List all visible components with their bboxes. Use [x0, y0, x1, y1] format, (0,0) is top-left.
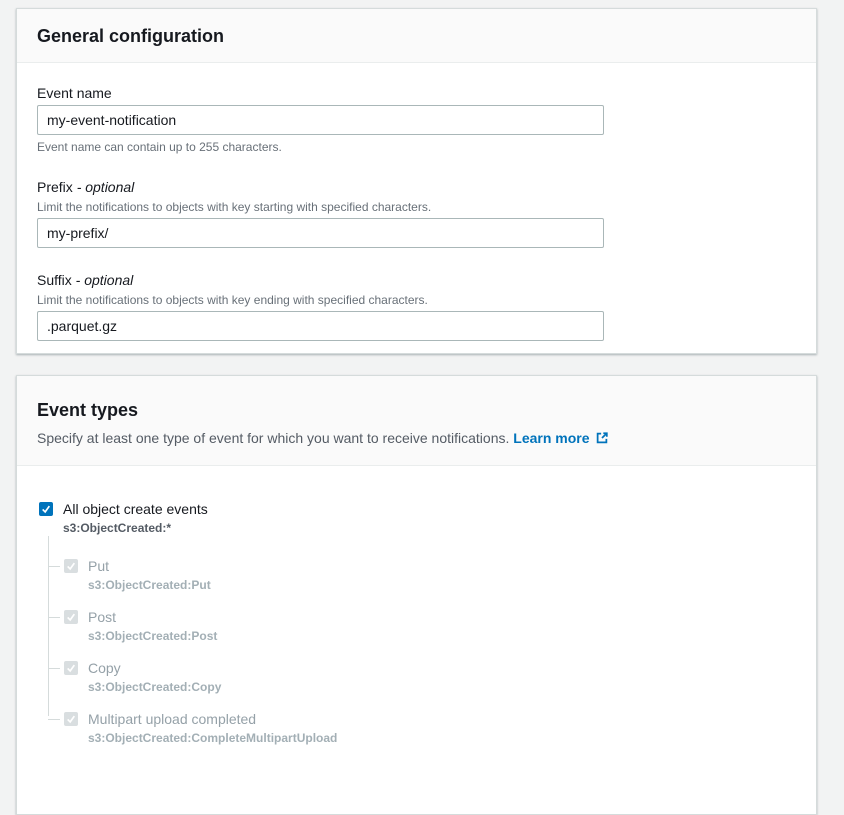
prefix-field: Prefix - optional Limit the notification… — [37, 177, 796, 248]
check-icon — [66, 663, 76, 673]
general-configuration-body: Event name Event name can contain up to … — [17, 63, 816, 361]
put-checkbox — [64, 559, 78, 573]
all-object-create-events-row: All object create events s3:ObjectCreate… — [39, 499, 796, 536]
prefix-label: Prefix - optional — [37, 177, 796, 197]
event-types-children: Put s3:ObjectCreated:Put Post s3:ObjectC… — [64, 536, 796, 746]
learn-more-label: Learn more — [513, 430, 589, 446]
learn-more-link[interactable]: Learn more — [513, 430, 608, 446]
multipart-upload-completed-label: Multipart upload completed — [88, 709, 337, 729]
event-name-input[interactable] — [37, 105, 604, 135]
suffix-field: Suffix - optional Limit the notification… — [37, 270, 796, 341]
post-label: Post — [88, 607, 217, 627]
prefix-input[interactable] — [37, 218, 604, 248]
copy-texts: Copy s3:ObjectCreated:Copy — [88, 658, 221, 695]
general-configuration-title: General configuration — [37, 24, 796, 48]
event-name-field: Event name Event name can contain up to … — [37, 83, 796, 155]
check-icon — [66, 714, 76, 724]
event-name-label: Event name — [37, 83, 796, 103]
all-object-create-events-checkbox[interactable] — [39, 502, 53, 516]
event-types-card: Event types Specify at least one type of… — [16, 375, 817, 815]
multipart-upload-completed-texts: Multipart upload completed s3:ObjectCrea… — [88, 709, 337, 746]
multipart-upload-completed-code: s3:ObjectCreated:CompleteMultipartUpload — [88, 730, 337, 746]
suffix-label: Suffix - optional — [37, 270, 796, 290]
general-configuration-header: General configuration — [17, 9, 816, 63]
event-types-description-text: Specify at least one type of event for w… — [37, 430, 509, 446]
suffix-description: Limit the notifications to objects with … — [37, 292, 796, 308]
put-label: Put — [88, 556, 211, 576]
check-icon — [66, 561, 76, 571]
prefix-optional-text: - optional — [77, 179, 135, 195]
all-object-create-events-label[interactable]: All object create events — [63, 499, 208, 519]
check-icon — [66, 612, 76, 622]
all-object-create-events-code: s3:ObjectCreated:* — [63, 520, 208, 536]
post-row: Post s3:ObjectCreated:Post — [64, 607, 796, 644]
event-types-title: Event types — [37, 398, 796, 422]
general-configuration-card: General configuration Event name Event n… — [16, 8, 817, 354]
copy-checkbox — [64, 661, 78, 675]
event-types-header: Event types Specify at least one type of… — [17, 376, 816, 466]
copy-code: s3:ObjectCreated:Copy — [88, 679, 221, 695]
event-types-description: Specify at least one type of event for w… — [37, 428, 796, 448]
put-row: Put s3:ObjectCreated:Put — [64, 556, 796, 593]
copy-label: Copy — [88, 658, 221, 678]
put-code: s3:ObjectCreated:Put — [88, 577, 211, 593]
prefix-label-text: Prefix — [37, 179, 73, 195]
multipart-upload-completed-row: Multipart upload completed s3:ObjectCrea… — [64, 709, 796, 746]
event-types-tree: All object create events s3:ObjectCreate… — [39, 499, 796, 746]
post-code: s3:ObjectCreated:Post — [88, 628, 217, 644]
all-object-create-events-texts: All object create events s3:ObjectCreate… — [63, 499, 208, 536]
suffix-optional-text: - optional — [76, 272, 134, 288]
event-name-helper: Event name can contain up to 255 charact… — [37, 139, 796, 155]
external-link-icon — [595, 431, 609, 445]
copy-row: Copy s3:ObjectCreated:Copy — [64, 658, 796, 695]
event-types-body: All object create events s3:ObjectCreate… — [17, 466, 816, 780]
prefix-description: Limit the notifications to objects with … — [37, 199, 796, 215]
post-checkbox — [64, 610, 78, 624]
suffix-input[interactable] — [37, 311, 604, 341]
suffix-label-text: Suffix — [37, 272, 72, 288]
post-texts: Post s3:ObjectCreated:Post — [88, 607, 217, 644]
check-icon — [41, 504, 51, 514]
multipart-upload-completed-checkbox — [64, 712, 78, 726]
put-texts: Put s3:ObjectCreated:Put — [88, 556, 211, 593]
